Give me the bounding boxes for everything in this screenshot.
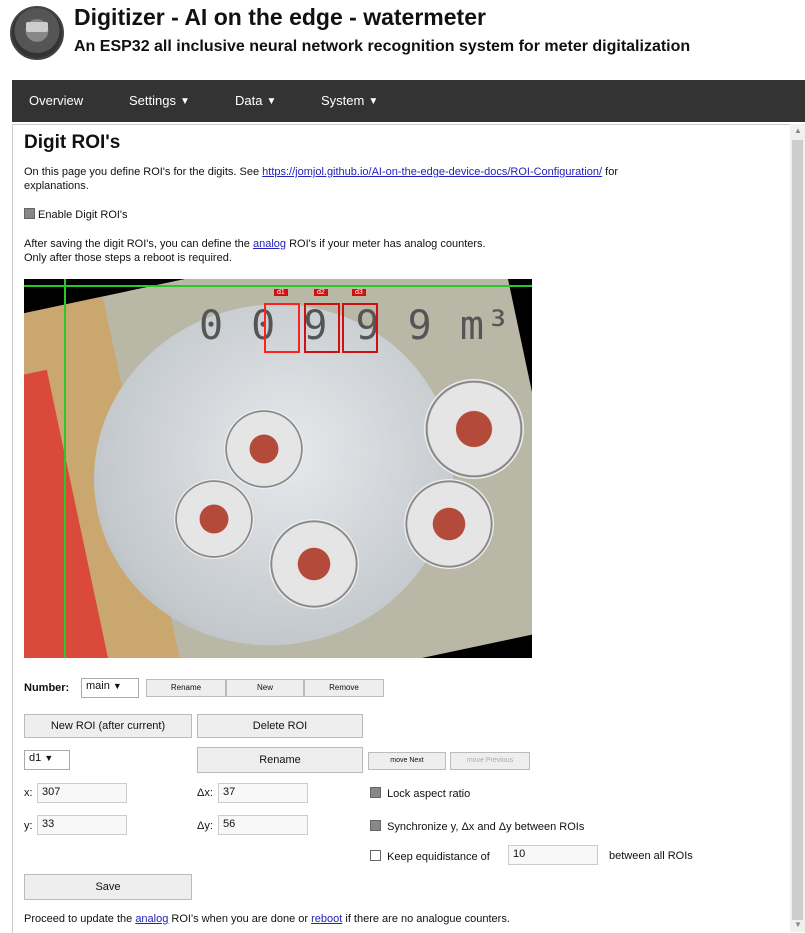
keep-equidistance-checkbox[interactable] <box>370 850 381 861</box>
intro-text: On this page you define ROI's for the di… <box>24 166 618 178</box>
meter-image[interactable]: 0 0 9 9 9 m³ d1 d2 d3 <box>24 279 532 658</box>
chevron-down-icon: ▼ <box>44 753 54 763</box>
move-next-button[interactable]: move Next <box>368 752 446 770</box>
after-text-2: Only after those steps a reboot is requi… <box>24 252 232 264</box>
sync-rois-checkbox[interactable] <box>370 820 381 831</box>
analog-link[interactable]: analog <box>135 913 168 925</box>
x-label: x: <box>24 787 33 799</box>
keep-suffix: between all ROIs <box>609 850 693 862</box>
roi-box-d1[interactable] <box>264 303 300 353</box>
dy-input[interactable]: 56 <box>218 815 308 835</box>
save-button[interactable]: Save <box>24 874 192 900</box>
y-input[interactable]: 33 <box>37 815 127 835</box>
y-label: y: <box>24 820 33 832</box>
number-select[interactable]: main ▼ <box>81 678 139 698</box>
dy-label: Δy: <box>197 820 213 832</box>
roi-label: d3 <box>352 289 366 296</box>
app-subtitle: An ESP32 all inclusive neural network re… <box>74 38 691 55</box>
x-input[interactable]: 307 <box>37 783 127 803</box>
new-roi-button[interactable]: New ROI (after current) <box>24 714 192 738</box>
gauge-dial <box>224 409 304 489</box>
sync-rois[interactable]: Synchronize y, Δx and Δy between ROIs <box>370 820 584 833</box>
number-label: Number: <box>24 682 70 694</box>
roi-label: d1 <box>274 289 288 296</box>
roi-box-d2[interactable] <box>304 303 340 353</box>
roi-label: d2 <box>314 289 328 296</box>
page-header: Digitizer - AI on the edge - watermeter … <box>0 0 805 80</box>
app-title: Digitizer - AI on the edge - watermeter <box>74 4 486 30</box>
scrollbar-thumb[interactable] <box>792 140 803 920</box>
main-nav: Overview Settings ▼ Data ▼ System ▼ <box>12 80 805 122</box>
guide-line-horizontal <box>24 285 532 287</box>
roi-select[interactable]: d1 ▼ <box>24 750 70 770</box>
gauge-dial <box>174 479 254 559</box>
logo-icon <box>10 6 64 60</box>
gauge-dial <box>269 519 359 609</box>
move-previous-button[interactable]: move Previous <box>450 752 530 770</box>
after-text-1: After saving the digit ROI's, you can de… <box>24 238 486 250</box>
chevron-down-icon: ▼ <box>266 96 277 107</box>
docs-link[interactable]: https://jomjol.github.io/AI-on-the-edge-… <box>262 166 602 178</box>
roi-box-d3[interactable] <box>342 303 378 353</box>
remove-number-button[interactable]: Remove <box>304 679 384 697</box>
page-title: Digit ROI's <box>24 132 121 153</box>
footer-text: Proceed to update the analog ROI's when … <box>24 913 510 925</box>
guide-line-vertical <box>64 279 66 658</box>
rename-roi-button[interactable]: Rename <box>197 747 363 773</box>
chevron-down-icon: ▼ <box>368 96 379 107</box>
dx-label: Δx: <box>197 787 213 799</box>
nav-settings[interactable]: Settings ▼ <box>129 80 190 122</box>
nav-data[interactable]: Data ▼ <box>235 80 276 122</box>
nav-overview[interactable]: Overview <box>29 80 83 122</box>
reboot-link[interactable]: reboot <box>311 913 342 925</box>
dx-input[interactable]: 37 <box>218 783 308 803</box>
chevron-down-icon: ▼ <box>179 96 190 107</box>
intro-explanations: explanations. <box>24 180 89 192</box>
analog-link[interactable]: analog <box>253 238 286 250</box>
chevron-down-icon: ▼ <box>112 681 122 691</box>
delete-roi-button[interactable]: Delete ROI <box>197 714 363 738</box>
lock-aspect[interactable]: Lock aspect ratio <box>370 787 470 800</box>
lock-aspect-checkbox[interactable] <box>370 787 381 798</box>
keep-equidistance[interactable]: Keep equidistance of <box>370 850 490 863</box>
new-number-button[interactable]: New <box>226 679 304 697</box>
equidistance-input[interactable]: 10 <box>508 845 598 865</box>
scroll-down-icon[interactable]: ▼ <box>794 920 802 929</box>
nav-system[interactable]: System ▼ <box>321 80 378 122</box>
gauge-dial <box>404 479 494 569</box>
scroll-up-icon[interactable]: ▲ <box>794 126 802 135</box>
rename-number-button[interactable]: Rename <box>146 679 226 697</box>
gauge-dial <box>424 379 524 479</box>
enable-digit-roi-checkbox[interactable] <box>24 208 35 219</box>
enable-digit-roi[interactable]: Enable Digit ROI's <box>24 208 128 221</box>
